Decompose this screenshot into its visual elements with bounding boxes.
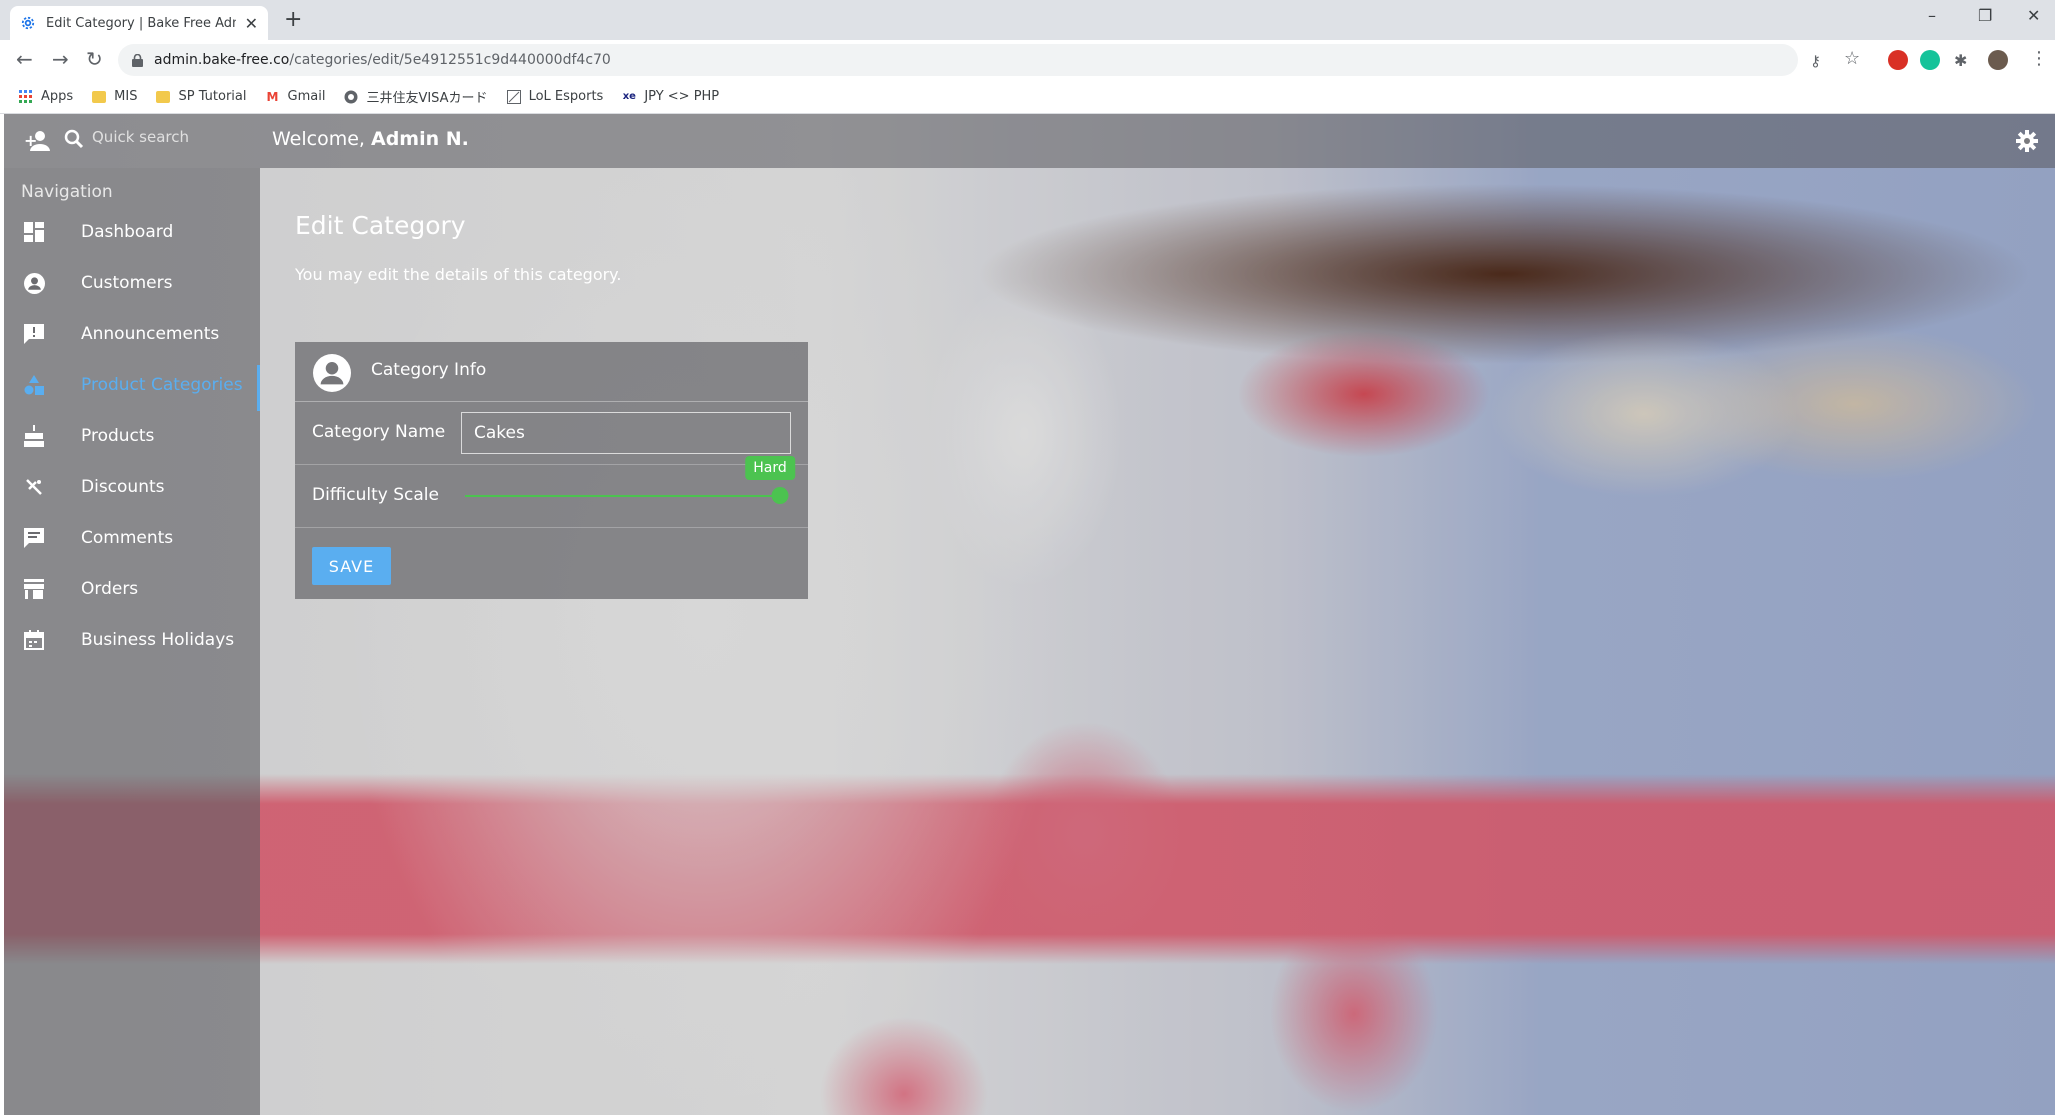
exchange-icon: xe [622, 91, 636, 102]
minimize-icon[interactable]: – [1928, 6, 1936, 25]
difficulty-label: Difficulty Scale [312, 485, 439, 505]
card-title: Category Info [371, 360, 487, 380]
cake-icon [22, 424, 46, 448]
star-icon[interactable]: ☆ [1844, 48, 1860, 70]
browser-menu-icon[interactable]: ⋮ [2030, 48, 2048, 70]
address-bar[interactable]: admin.bake-free.co/categories/edit/5e491… [118, 44, 1798, 76]
gmail-icon: M [266, 89, 279, 104]
sidebar-item-customers[interactable]: Customers [4, 259, 260, 307]
grammarly-extension-icon[interactable] [1920, 50, 1940, 70]
calendar-icon [22, 628, 46, 652]
bookmark-sp-tutorial[interactable]: SP Tutorial [155, 89, 247, 105]
quick-search-input[interactable] [92, 128, 262, 146]
lol-icon [506, 89, 522, 105]
announcement-icon [22, 322, 46, 346]
close-window-icon[interactable]: ✕ [2027, 6, 2040, 25]
profile-avatar[interactable] [1988, 50, 2008, 70]
admin-name: Admin N. [371, 128, 469, 150]
sidebar-item-comments[interactable]: Comments [4, 514, 260, 562]
back-arrow-icon[interactable]: ← [16, 48, 33, 70]
user-circle-icon [22, 271, 46, 295]
navigation-heading: Navigation [21, 182, 113, 202]
apps-grid-icon [18, 89, 34, 105]
app-header: + Welcome, Admin N. [4, 114, 2055, 168]
gear-icon[interactable] [2015, 129, 2039, 157]
folder-icon [155, 89, 171, 105]
difficulty-slider[interactable]: Hard [465, 456, 795, 506]
url-text: admin.bake-free.co/categories/edit/5e491… [154, 52, 611, 68]
save-button[interactable]: SAVE [312, 547, 391, 585]
category-info-card: Category Info Category Name Difficulty S… [295, 342, 808, 599]
slider-fill [465, 495, 785, 497]
difficulty-row: Difficulty Scale Hard [295, 456, 808, 528]
key-icon[interactable]: ⚷ [1810, 50, 1821, 72]
reload-icon[interactable]: ↻ [86, 48, 103, 70]
page-background: + Welcome, Admin N. Navigation Dashboard… [4, 114, 2055, 1115]
dashboard-icon [22, 220, 46, 244]
browser-toolbar: ← → ↻ admin.bake-free.co/categories/edit… [0, 40, 2055, 80]
bookmark-lol-esports[interactable]: LoL Esports [506, 89, 603, 105]
user-circle-icon [313, 354, 351, 396]
bookmark-apps[interactable]: Apps [18, 89, 73, 105]
shapes-icon [22, 373, 46, 397]
page-title: Edit Category [295, 211, 466, 240]
category-name-row: Category Name [295, 402, 808, 465]
bookmarks-bar: Apps MIS SP Tutorial M Gmail 三井住友VISAカード … [0, 80, 2055, 114]
tab-title: Edit Category | Bake Free Admin [46, 15, 236, 31]
lock-icon [132, 53, 144, 67]
comment-icon [22, 526, 46, 550]
sidebar-item-orders[interactable]: Orders [4, 565, 260, 613]
extensions-puzzle-icon[interactable]: ✱ [1954, 50, 1967, 72]
browser-tab[interactable]: Edit Category | Bake Free Admin ✕ [10, 6, 268, 40]
welcome-message: Welcome, Admin N. [272, 128, 469, 150]
new-tab-button[interactable]: + [284, 9, 302, 31]
search-icon[interactable] [64, 129, 84, 153]
bookmark-gmail[interactable]: M Gmail [265, 89, 326, 105]
sidebar-item-announcements[interactable]: Announcements [4, 310, 260, 358]
sidebar-item-discounts[interactable]: Discounts [4, 463, 260, 511]
category-name-label: Category Name [312, 422, 446, 442]
add-user-icon[interactable]: + [24, 130, 50, 156]
category-name-input[interactable] [461, 412, 791, 454]
slider-value-tooltip: Hard [745, 456, 795, 480]
discount-icon [22, 475, 46, 499]
adblock-extension-icon[interactable] [1888, 50, 1908, 70]
folder-icon [91, 89, 107, 105]
sidebar-item-business-holidays[interactable]: Business Holidays [4, 616, 260, 664]
forward-arrow-icon[interactable]: → [52, 48, 69, 70]
bookmark-mis[interactable]: MIS [91, 89, 137, 105]
sidebar-item-products[interactable]: Products [4, 412, 260, 460]
page-subtitle: You may edit the details of this categor… [295, 265, 622, 284]
sidebar-item-product-categories[interactable]: Product Categories [4, 361, 260, 411]
card-header: Category Info [295, 342, 808, 402]
bookmark-visa[interactable]: 三井住友VISAカード [343, 87, 488, 106]
browser-tab-bar: Edit Category | Bake Free Admin ✕ + – ❐ … [0, 0, 2055, 40]
globe-icon [343, 89, 359, 105]
slider-thumb[interactable] [771, 487, 789, 504]
store-icon [22, 577, 46, 601]
bookmark-jpy-php[interactable]: xe JPY <> PHP [621, 89, 719, 105]
sidebar-item-dashboard[interactable]: Dashboard [4, 208, 260, 256]
sidebar: Navigation Dashboard Customers Announcem… [4, 168, 260, 1115]
restore-icon[interactable]: ❐ [1978, 6, 1992, 25]
close-tab-icon[interactable]: ✕ [245, 14, 258, 33]
gear-favicon-icon [20, 15, 36, 31]
